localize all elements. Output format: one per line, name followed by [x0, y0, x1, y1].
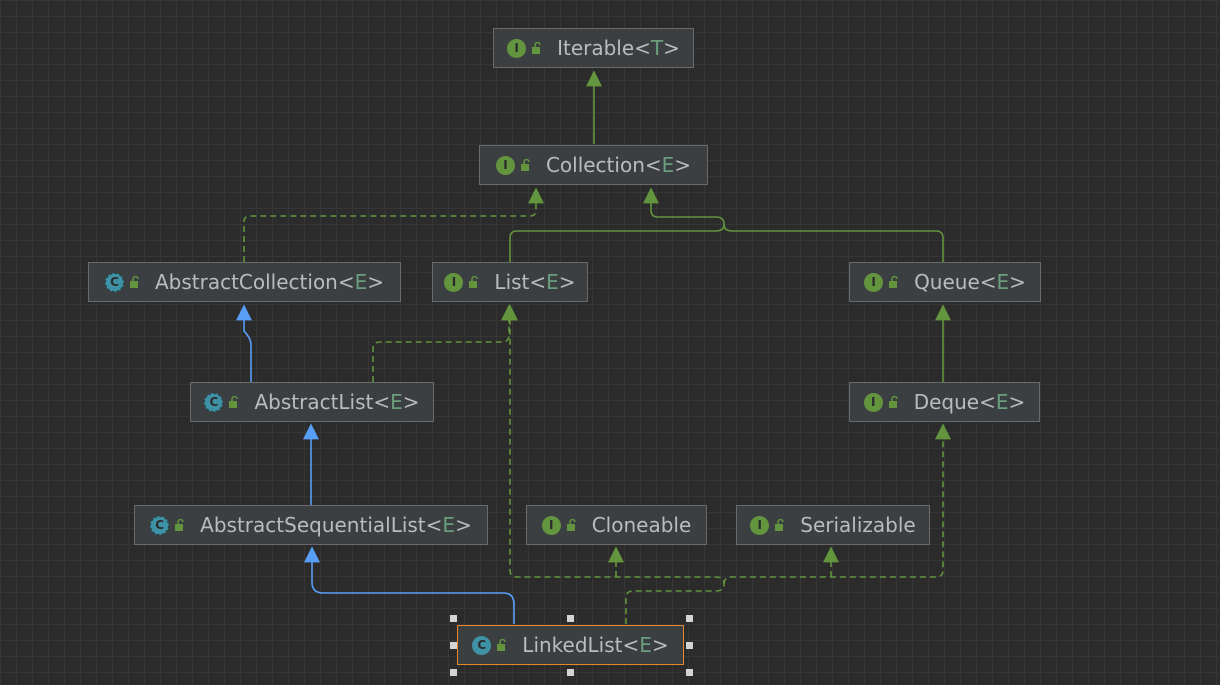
node-serializable[interactable]: I Serializable: [736, 505, 930, 545]
edge-abstractlist-list: [372, 304, 517, 382]
resize-handle-top-left[interactable]: [450, 615, 457, 622]
edge-queue-collection: [723, 223, 944, 262]
node-name: AbstractCollection: [154, 270, 338, 294]
node-name: AbstractList: [254, 390, 374, 414]
edge-abstractlist-abstractcollection: [236, 304, 252, 382]
type-param: E: [442, 513, 456, 537]
resize-handle-bottom-left[interactable]: [450, 669, 457, 676]
node-list[interactable]: I List < E >: [432, 262, 588, 302]
edges-layer: [236, 70, 951, 624]
node-name: Queue: [914, 270, 980, 294]
public-lock-icon: [566, 519, 576, 531]
node-name: LinkedList: [522, 633, 623, 657]
public-lock-icon: [532, 42, 541, 54]
edge-list-collection: [509, 187, 725, 262]
edge-linkedlist-list: [502, 304, 725, 624]
resize-handle-bottom-right[interactable]: [686, 669, 693, 676]
type-param: E: [354, 270, 368, 294]
type-param: E: [661, 153, 675, 177]
node-iterable[interactable]: I Iterable < T >: [493, 28, 694, 68]
node-abstract-sequential-list[interactable]: C AbstractSequentialList < E >: [134, 505, 488, 545]
node-name: Collection: [545, 153, 645, 177]
type-param: T: [650, 36, 664, 60]
interface-icon: I: [541, 515, 561, 535]
node-deque[interactable]: I Deque < E >: [849, 382, 1040, 422]
edge-abstractcollection-collection: [243, 187, 544, 262]
type-param: E: [995, 390, 1009, 414]
public-lock-icon: [889, 276, 898, 288]
type-param: E: [639, 633, 652, 657]
node-name: Serializable: [800, 513, 916, 537]
node-linked-list[interactable]: C LinkedList < E >: [457, 625, 684, 665]
public-lock-icon: [775, 519, 785, 531]
type-param: E: [996, 270, 1010, 294]
public-lock-icon: [469, 276, 479, 288]
node-name: Iterable: [557, 36, 635, 60]
resize-handle-left[interactable]: [450, 642, 457, 649]
node-name: Deque: [913, 390, 980, 414]
interface-icon: I: [507, 38, 527, 58]
node-collection[interactable]: I Collection < E >: [479, 145, 708, 185]
public-lock-icon: [229, 396, 239, 408]
resize-handle-right[interactable]: [686, 642, 693, 649]
interface-icon: I: [863, 392, 883, 412]
abstract-class-icon: C: [150, 515, 170, 535]
node-cloneable[interactable]: I Cloneable: [526, 505, 707, 545]
interface-icon: I: [444, 272, 464, 292]
node-queue[interactable]: I Queue < E >: [849, 262, 1041, 302]
interface-icon: I: [864, 272, 884, 292]
node-abstract-collection[interactable]: C AbstractCollection < E >: [88, 262, 401, 302]
resize-handle-top[interactable]: [567, 615, 574, 622]
abstract-class-icon: C: [204, 392, 224, 412]
resize-handle-top-right[interactable]: [686, 615, 693, 622]
public-lock-icon: [497, 639, 507, 651]
class-icon: C: [472, 635, 492, 655]
interface-icon: I: [495, 155, 515, 175]
public-lock-icon: [520, 159, 530, 171]
interface-icon: I: [750, 515, 770, 535]
abstract-class-icon: C: [104, 272, 124, 292]
type-param: E: [546, 270, 559, 294]
resize-handle-bottom[interactable]: [567, 669, 574, 676]
node-name: List: [494, 270, 530, 294]
public-lock-icon: [129, 276, 139, 288]
node-name: AbstractSequentialList: [200, 513, 426, 537]
edge-linkedlist-asl: [304, 546, 515, 624]
public-lock-icon: [888, 396, 898, 408]
node-name: Cloneable: [591, 513, 692, 537]
type-param: E: [390, 390, 403, 414]
node-abstract-list[interactable]: C AbstractList < E >: [190, 382, 434, 422]
public-lock-icon: [175, 519, 184, 531]
